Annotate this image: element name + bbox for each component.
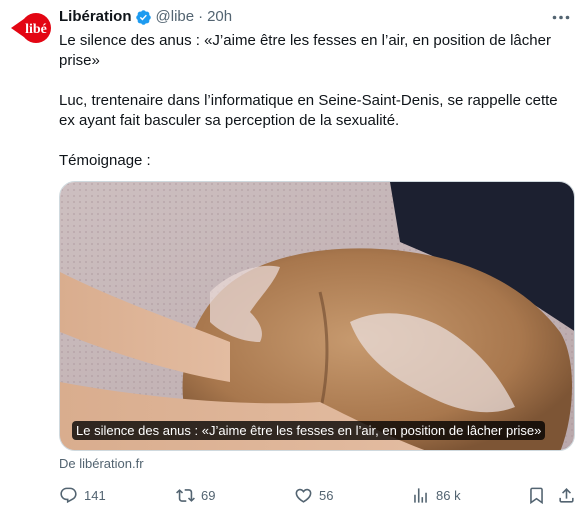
tweet-timestamp[interactable]: 20h: [207, 7, 232, 27]
author-handle[interactable]: @libe: [156, 7, 195, 27]
repost-icon: [176, 488, 195, 502]
repost-button[interactable]: 69: [176, 484, 215, 506]
repost-count: 69: [201, 487, 216, 503]
tweet-text-summary: Luc, trentenaire dans l’informatique en …: [59, 92, 558, 129]
share-icon: [559, 487, 574, 503]
tweet-text-label: Témoignage :: [59, 152, 151, 169]
tweet-text-headline: Le silence des anus : «J’aime être les f…: [59, 32, 551, 69]
avatar-logo-text: libé: [25, 22, 47, 37]
tweet-header: Libération @libe · 20h: [59, 7, 561, 27]
tweet-actions: 141 69 56 86 k: [59, 484, 575, 506]
tweet-text: Le silence des anus : «J’aime être les f…: [59, 31, 571, 171]
author-display-name[interactable]: Libération: [59, 7, 132, 27]
avatar[interactable]: libé: [9, 6, 53, 50]
reply-button[interactable]: 141: [59, 484, 106, 506]
views-count: 86 k: [436, 487, 461, 503]
bookmark-button[interactable]: [527, 484, 546, 506]
more-options-icon[interactable]: [551, 9, 571, 25]
views-chart-icon: [414, 487, 427, 503]
like-button[interactable]: 56: [294, 484, 333, 506]
card-caption: Le silence des anus : «J’aime être les f…: [72, 421, 546, 440]
liberation-logo-icon: libé: [11, 13, 51, 43]
share-button[interactable]: [557, 484, 576, 506]
heart-icon: [295, 488, 312, 503]
link-card[interactable]: Le silence des anus : «J’aime être les f…: [59, 181, 575, 451]
reply-count: 141: [84, 487, 106, 503]
article-photo: [60, 182, 574, 450]
like-count: 56: [319, 487, 334, 503]
views-button[interactable]: 86 k: [411, 484, 461, 506]
verified-badge-icon[interactable]: [135, 9, 152, 26]
card-source[interactable]: De libération.fr: [59, 456, 144, 472]
bookmark-icon: [530, 487, 543, 504]
header-separator: ·: [198, 8, 204, 25]
reply-icon: [60, 487, 77, 503]
